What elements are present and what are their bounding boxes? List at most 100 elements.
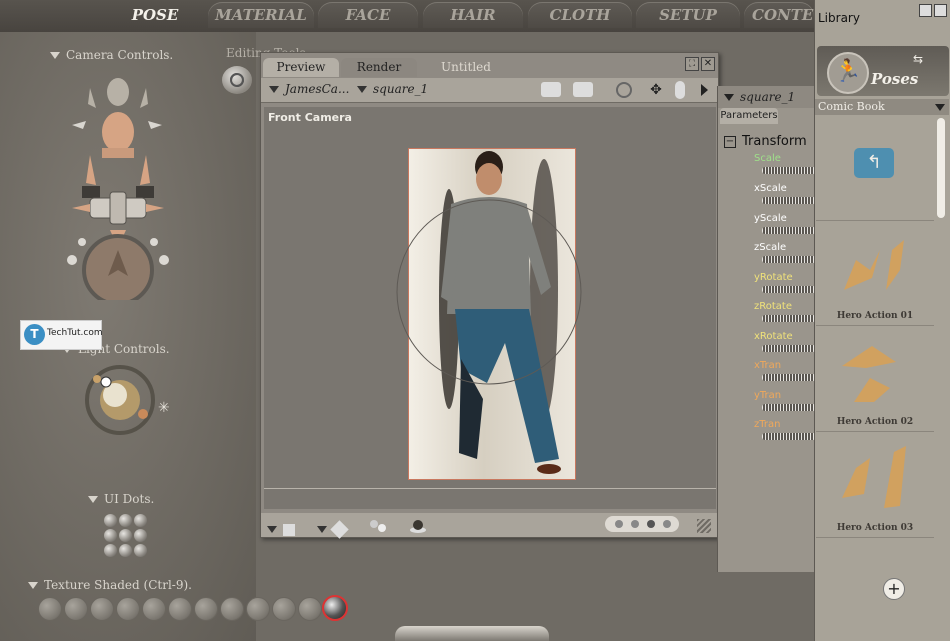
- svg-text:✳: ✳: [158, 400, 170, 416]
- ui-dot[interactable]: [119, 529, 132, 542]
- pose-thumbnail-icon: [834, 336, 916, 406]
- close-icon[interactable]: ✕: [701, 57, 715, 71]
- memory-dots-handle[interactable]: [395, 626, 549, 641]
- techtut-watermark: T TechTut.com: [20, 320, 103, 350]
- figure-style-toggle[interactable]: [317, 519, 349, 539]
- tab-content[interactable]: CONTE: [744, 2, 814, 28]
- display-style-flat-shaded-icon[interactable]: [168, 597, 192, 621]
- ui-dot[interactable]: [134, 544, 147, 557]
- tab-cloth[interactable]: CLOTH: [528, 2, 632, 28]
- library-float-icon[interactable]: [919, 4, 932, 17]
- camera-select-icon[interactable]: [541, 82, 561, 97]
- pose-item-label: Hero Action 02: [836, 417, 914, 427]
- ui-dots-header[interactable]: UI Dots.: [88, 492, 154, 506]
- display-style-wireframe-icon[interactable]: [90, 597, 114, 621]
- library-scrollbar[interactable]: [937, 118, 945, 218]
- pose-thumbnail-icon: [834, 230, 916, 300]
- ground-plane-icon[interactable]: [409, 517, 427, 533]
- document-window: Preview Render Untitled ⛶ ✕ JamesCa... s…: [260, 52, 719, 539]
- cube-icon: [330, 520, 349, 539]
- display-style-header[interactable]: Texture Shaded (Ctrl-9).: [28, 578, 192, 592]
- ui-dot[interactable]: [104, 514, 117, 527]
- dial-slider[interactable]: [762, 404, 816, 411]
- pose-item[interactable]: Hero Action 02: [816, 328, 934, 432]
- display-style-hidden-line-icon[interactable]: [116, 597, 140, 621]
- tab-render[interactable]: Render: [341, 58, 417, 77]
- dial-slider[interactable]: [762, 433, 816, 440]
- library-category-header[interactable]: 🏃 Poses ⇆: [817, 46, 949, 96]
- techtut-logo-icon: T: [24, 324, 45, 345]
- move-view-icon[interactable]: ✥: [643, 82, 669, 98]
- camera-controls-widget[interactable]: [60, 70, 180, 300]
- preview-dots-control[interactable]: [605, 516, 679, 532]
- tab-material[interactable]: MATERIAL: [208, 2, 314, 28]
- display-style-silhouette-icon[interactable]: [38, 597, 62, 621]
- scale-view-icon[interactable]: [675, 81, 685, 99]
- chevron-down-icon: [935, 104, 945, 111]
- document-toolbar: JamesCa... square_1 ✥: [261, 78, 718, 103]
- dial-label: yTran: [754, 390, 782, 401]
- pose-item[interactable]: Hero Action 03: [816, 434, 934, 538]
- camera-list-icon[interactable]: [573, 82, 593, 97]
- display-style-cartoon-icon[interactable]: [220, 597, 244, 621]
- figure-select-label: JamesCa...: [285, 82, 350, 96]
- camera-controls-label: Camera Controls.: [66, 48, 174, 62]
- tab-face[interactable]: FACE: [318, 2, 418, 28]
- display-style-flat-lined-icon[interactable]: [194, 597, 218, 621]
- display-style-label: Texture Shaded (Ctrl-9).: [44, 578, 192, 592]
- camera-controls-header[interactable]: Camera Controls.: [50, 48, 173, 62]
- editing-tool-rotate-icon[interactable]: [222, 66, 252, 94]
- dial-slider[interactable]: [762, 227, 816, 234]
- resize-handle[interactable]: [697, 519, 711, 533]
- dial-slider[interactable]: [762, 315, 816, 322]
- tab-parameters[interactable]: Parameters: [720, 108, 778, 124]
- ground-shadow-toggle[interactable]: [267, 519, 295, 538]
- dial-label: xRotate: [754, 331, 793, 342]
- params-actor-label: square_1: [740, 90, 796, 104]
- figure-select[interactable]: JamesCa...: [269, 82, 349, 96]
- dial-slider[interactable]: [762, 374, 816, 381]
- dial-slider[interactable]: [762, 286, 816, 293]
- pose-item-label: Hero Action 03: [836, 523, 914, 533]
- dial-slider[interactable]: [762, 256, 816, 263]
- dial-label: zScale: [754, 242, 787, 253]
- library-panel: Library 🏃 Poses ⇆ Comic Book ↰ Hero Acti…: [814, 0, 950, 641]
- collapse-icon[interactable]: −: [724, 136, 736, 148]
- ui-dot[interactable]: [104, 529, 117, 542]
- preview-dot-icons: [615, 520, 671, 528]
- tab-pose[interactable]: POSE: [112, 2, 198, 28]
- ui-dot[interactable]: [104, 544, 117, 557]
- add-to-library-icon[interactable]: +: [883, 578, 905, 600]
- chevron-right-icon[interactable]: [701, 84, 708, 96]
- depth-cue-icon[interactable]: [369, 518, 389, 532]
- tab-setup[interactable]: SETUP: [636, 2, 740, 28]
- viewport-canvas[interactable]: Front Camera: [264, 107, 716, 509]
- library-close-icon[interactable]: [934, 4, 947, 17]
- display-style-smooth-shaded-icon[interactable]: [272, 597, 296, 621]
- params-actor-select[interactable]: square_1: [724, 90, 795, 104]
- rotation-trackball[interactable]: [394, 197, 584, 387]
- actor-select[interactable]: square_1: [357, 82, 428, 96]
- light-controls-widget[interactable]: ✳: [82, 364, 178, 436]
- library-subfolder-select[interactable]: Comic Book: [815, 99, 949, 115]
- dial-slider[interactable]: [762, 197, 816, 204]
- ui-dot[interactable]: [119, 544, 132, 557]
- rotate-view-icon[interactable]: [616, 82, 632, 98]
- ui-dot[interactable]: [134, 529, 147, 542]
- display-style-lit-wireframe-icon[interactable]: [142, 597, 166, 621]
- maximize-icon[interactable]: ⛶: [685, 57, 699, 71]
- dial-slider[interactable]: [762, 167, 816, 174]
- display-style-cartoon-lines-icon[interactable]: [246, 597, 270, 621]
- pose-item[interactable]: Hero Action 01: [816, 222, 934, 326]
- library-switch-icon[interactable]: ⇆: [913, 52, 923, 66]
- ui-dot[interactable]: [119, 514, 132, 527]
- display-style-outline-icon[interactable]: [64, 597, 88, 621]
- tab-hair[interactable]: HAIR: [423, 2, 523, 28]
- dial-slider[interactable]: [762, 345, 816, 352]
- tab-preview[interactable]: Preview: [263, 58, 339, 77]
- display-style-texture-shaded-icon[interactable]: [322, 595, 348, 621]
- ui-dot[interactable]: [134, 514, 147, 527]
- library-up-folder[interactable]: ↰: [816, 118, 934, 221]
- display-style-smooth-lined-icon[interactable]: [298, 597, 322, 621]
- pose-item-label: Hero Action 01: [836, 311, 914, 321]
